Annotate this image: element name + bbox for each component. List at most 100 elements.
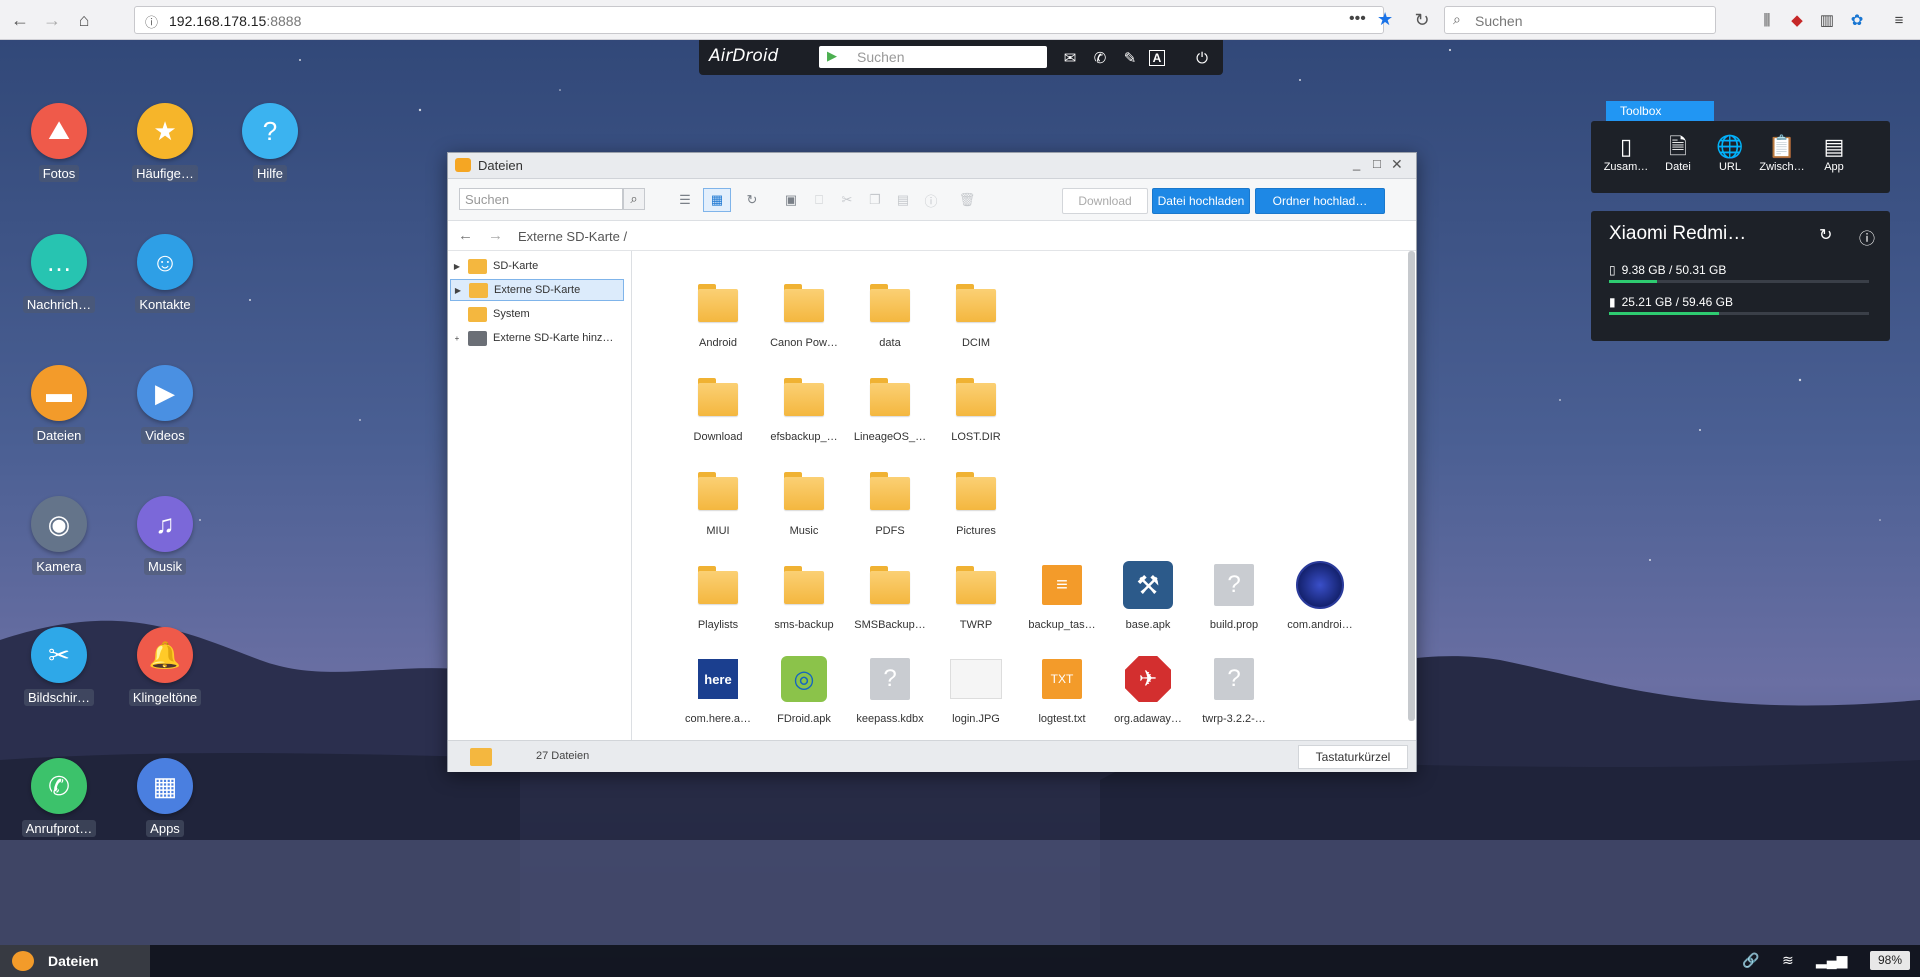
expand-arrow-icon[interactable]: ▶ xyxy=(451,286,465,295)
toolbox-item[interactable]: 📋 Zwisch… xyxy=(1755,133,1809,173)
desktop-icon-kontakte[interactable]: ☺ Kontakte xyxy=(115,234,215,313)
info-icon[interactable]: ⓘ xyxy=(922,191,940,209)
toolbox-tab[interactable]: Toolbox xyxy=(1606,101,1714,121)
link-icon[interactable]: 🔗 xyxy=(1742,952,1759,969)
forward-icon[interactable]: → xyxy=(38,6,66,34)
file-item[interactable]: login.JPG xyxy=(933,653,1019,725)
desktop-icon-häufige[interactable]: ★ Häufige… xyxy=(115,103,215,182)
file-item[interactable]: Download xyxy=(675,371,761,443)
toolbox-item[interactable]: 🌐 URL xyxy=(1703,133,1757,173)
upload-file-button[interactable]: Datei hochladen xyxy=(1152,188,1250,214)
file-item[interactable]: here com.here.a… xyxy=(675,653,761,725)
toolbox-item[interactable]: ▯ Zusam… xyxy=(1599,133,1653,173)
refresh-icon[interactable]: ↻ xyxy=(1819,225,1832,245)
phone-call-icon[interactable]: ✆ xyxy=(1089,47,1111,69)
list-view-icon[interactable]: ☰ xyxy=(676,191,694,209)
browser-search-input[interactable]: ⌕ Suchen xyxy=(1444,6,1716,34)
file-item[interactable]: LineageOS_… xyxy=(847,371,933,443)
info-icon[interactable]: ⓘ xyxy=(1859,225,1875,249)
download-button[interactable]: Download xyxy=(1062,188,1148,214)
minimize-icon[interactable]: _ xyxy=(1353,156,1360,171)
back-icon[interactable]: ← xyxy=(6,6,34,34)
files-window[interactable]: Dateien _ □ ✕ Suchen ⌕ ☰ ▦ ↻ ▣ ⎕ ✂ ❐ ▤ ⓘ… xyxy=(447,152,1417,772)
menu-icon[interactable]: ≡ xyxy=(1888,9,1910,31)
file-item[interactable]: TXT logtest.txt xyxy=(1019,653,1105,725)
file-item[interactable]: LOST.DIR xyxy=(933,371,1019,443)
desktop-icon-bildschir[interactable]: ✂ Bildschir… xyxy=(9,627,109,706)
breadcrumb-item[interactable]: Externe SD-Karte xyxy=(518,229,620,244)
desktop-icon-anrufprot[interactable]: ✆ Anrufprot… xyxy=(9,758,109,837)
search-icon[interactable]: ⌕ xyxy=(623,188,645,210)
file-item[interactable]: PDFS xyxy=(847,465,933,537)
file-item[interactable]: ✈ org.adaway… xyxy=(1105,653,1191,725)
tree-item[interactable]: + Externe SD-Karte hinz… xyxy=(450,327,624,349)
desktop-icon-dateien[interactable]: ▬ Dateien xyxy=(9,365,109,444)
taskbar-item-files[interactable]: Dateien xyxy=(0,945,150,977)
window-titlebar[interactable]: Dateien _ □ ✕ xyxy=(448,153,1416,179)
desktop-icon-nachrich[interactable]: … Nachrich… xyxy=(9,234,109,313)
reload-icon[interactable]: ↻ xyxy=(1408,6,1436,34)
tree-item[interactable]: ▶ Externe SD-Karte xyxy=(450,279,624,301)
file-item[interactable]: SMSBackup… xyxy=(847,559,933,631)
file-item[interactable]: ? build.prop xyxy=(1191,559,1277,631)
copy-icon[interactable]: ❐ xyxy=(866,191,884,209)
maximize-icon[interactable]: □ xyxy=(1373,156,1381,171)
sidebar-icon[interactable]: ▥ xyxy=(1816,9,1838,31)
desktop-icon-videos[interactable]: ▶ Videos xyxy=(115,365,215,444)
file-item[interactable]: Playlists xyxy=(675,559,761,631)
file-item[interactable]: TWRP xyxy=(933,559,1019,631)
desktop-icon-apps[interactable]: ▦ Apps xyxy=(115,758,215,837)
nav-back-icon[interactable]: ← xyxy=(458,227,473,244)
pen-icon[interactable]: ✎ xyxy=(1119,47,1141,69)
add-icon[interactable]: + xyxy=(450,334,464,343)
ublock-icon[interactable]: ◆ xyxy=(1786,9,1808,31)
file-item[interactable]: Music xyxy=(761,465,847,537)
new-folder-icon[interactable]: ▣ xyxy=(782,191,800,209)
file-item[interactable]: ? keepass.kdbx xyxy=(847,653,933,725)
file-item[interactable]: com.androi… xyxy=(1277,559,1363,631)
mail-icon[interactable]: ✉ xyxy=(1059,47,1081,69)
paste-icon[interactable]: ▤ xyxy=(894,191,912,209)
desktop-icon-kamera[interactable]: ◉ Kamera xyxy=(9,496,109,575)
upload-folder-button[interactable]: Ordner hochlad… xyxy=(1255,188,1385,214)
grid-view-icon[interactable]: ▦ xyxy=(703,188,731,212)
file-search-input[interactable]: Suchen xyxy=(459,188,623,210)
delete-icon[interactable]: 🗑 xyxy=(958,191,976,209)
cut-icon[interactable]: ✂ xyxy=(838,191,856,209)
toolbox-item[interactable]: ▤ App xyxy=(1807,133,1861,173)
desktop-icon-fotos[interactable]: ⛰ Fotos xyxy=(9,103,109,182)
keyboard-shortcuts-button[interactable]: Tastaturkürzel xyxy=(1298,745,1408,769)
library-icon[interactable]: ⫼ xyxy=(1756,9,1778,31)
close-icon[interactable]: ✕ xyxy=(1391,156,1403,173)
refresh-icon[interactable]: ↻ xyxy=(743,191,761,209)
info-icon[interactable]: ⓘ xyxy=(145,12,158,31)
bookmark-star-icon[interactable]: ★ xyxy=(1377,9,1393,30)
file-item[interactable]: Canon Pow… xyxy=(761,277,847,349)
tree-item[interactable]: ▶ SD-Karte xyxy=(450,255,624,277)
extension-icon[interactable]: ✿ xyxy=(1846,9,1868,31)
file-item[interactable]: ≡ backup_tas… xyxy=(1019,559,1105,631)
file-item[interactable]: DCIM xyxy=(933,277,1019,349)
desktop-icon-musik[interactable]: ♫ Musik xyxy=(115,496,215,575)
file-item[interactable]: ? twrp-3.2.2-… xyxy=(1191,653,1277,725)
home-icon[interactable]: ⌂ xyxy=(70,6,98,34)
file-item[interactable]: ⚒ base.apk xyxy=(1105,559,1191,631)
desktop-icon-hilfe[interactable]: ? Hilfe xyxy=(220,103,320,182)
rename-icon[interactable]: ⎕ xyxy=(810,191,828,209)
font-a-icon[interactable]: A xyxy=(1149,50,1165,66)
expand-arrow-icon[interactable]: ▶ xyxy=(450,262,464,271)
file-item[interactable]: sms-backup xyxy=(761,559,847,631)
airdroid-search-input[interactable]: ▶ Suchen xyxy=(819,46,1047,68)
desktop-icon-klingeltöne[interactable]: 🔔 Klingeltöne xyxy=(115,627,215,706)
file-item[interactable]: Pictures xyxy=(933,465,1019,537)
url-bar[interactable]: ⓘ 192.168.178.15:8888 ••• ★ xyxy=(134,6,1393,34)
file-item[interactable]: MIUI xyxy=(675,465,761,537)
tree-item[interactable]: System xyxy=(450,303,624,325)
file-item[interactable]: ◎ FDroid.apk xyxy=(761,653,847,725)
scrollbar[interactable] xyxy=(1408,251,1415,721)
file-item[interactable]: data xyxy=(847,277,933,349)
nav-forward-icon[interactable]: → xyxy=(488,227,503,244)
file-item[interactable]: Android xyxy=(675,277,761,349)
page-actions-icon[interactable]: ••• xyxy=(1349,10,1366,28)
power-icon[interactable]: ⏻ xyxy=(1191,47,1213,69)
